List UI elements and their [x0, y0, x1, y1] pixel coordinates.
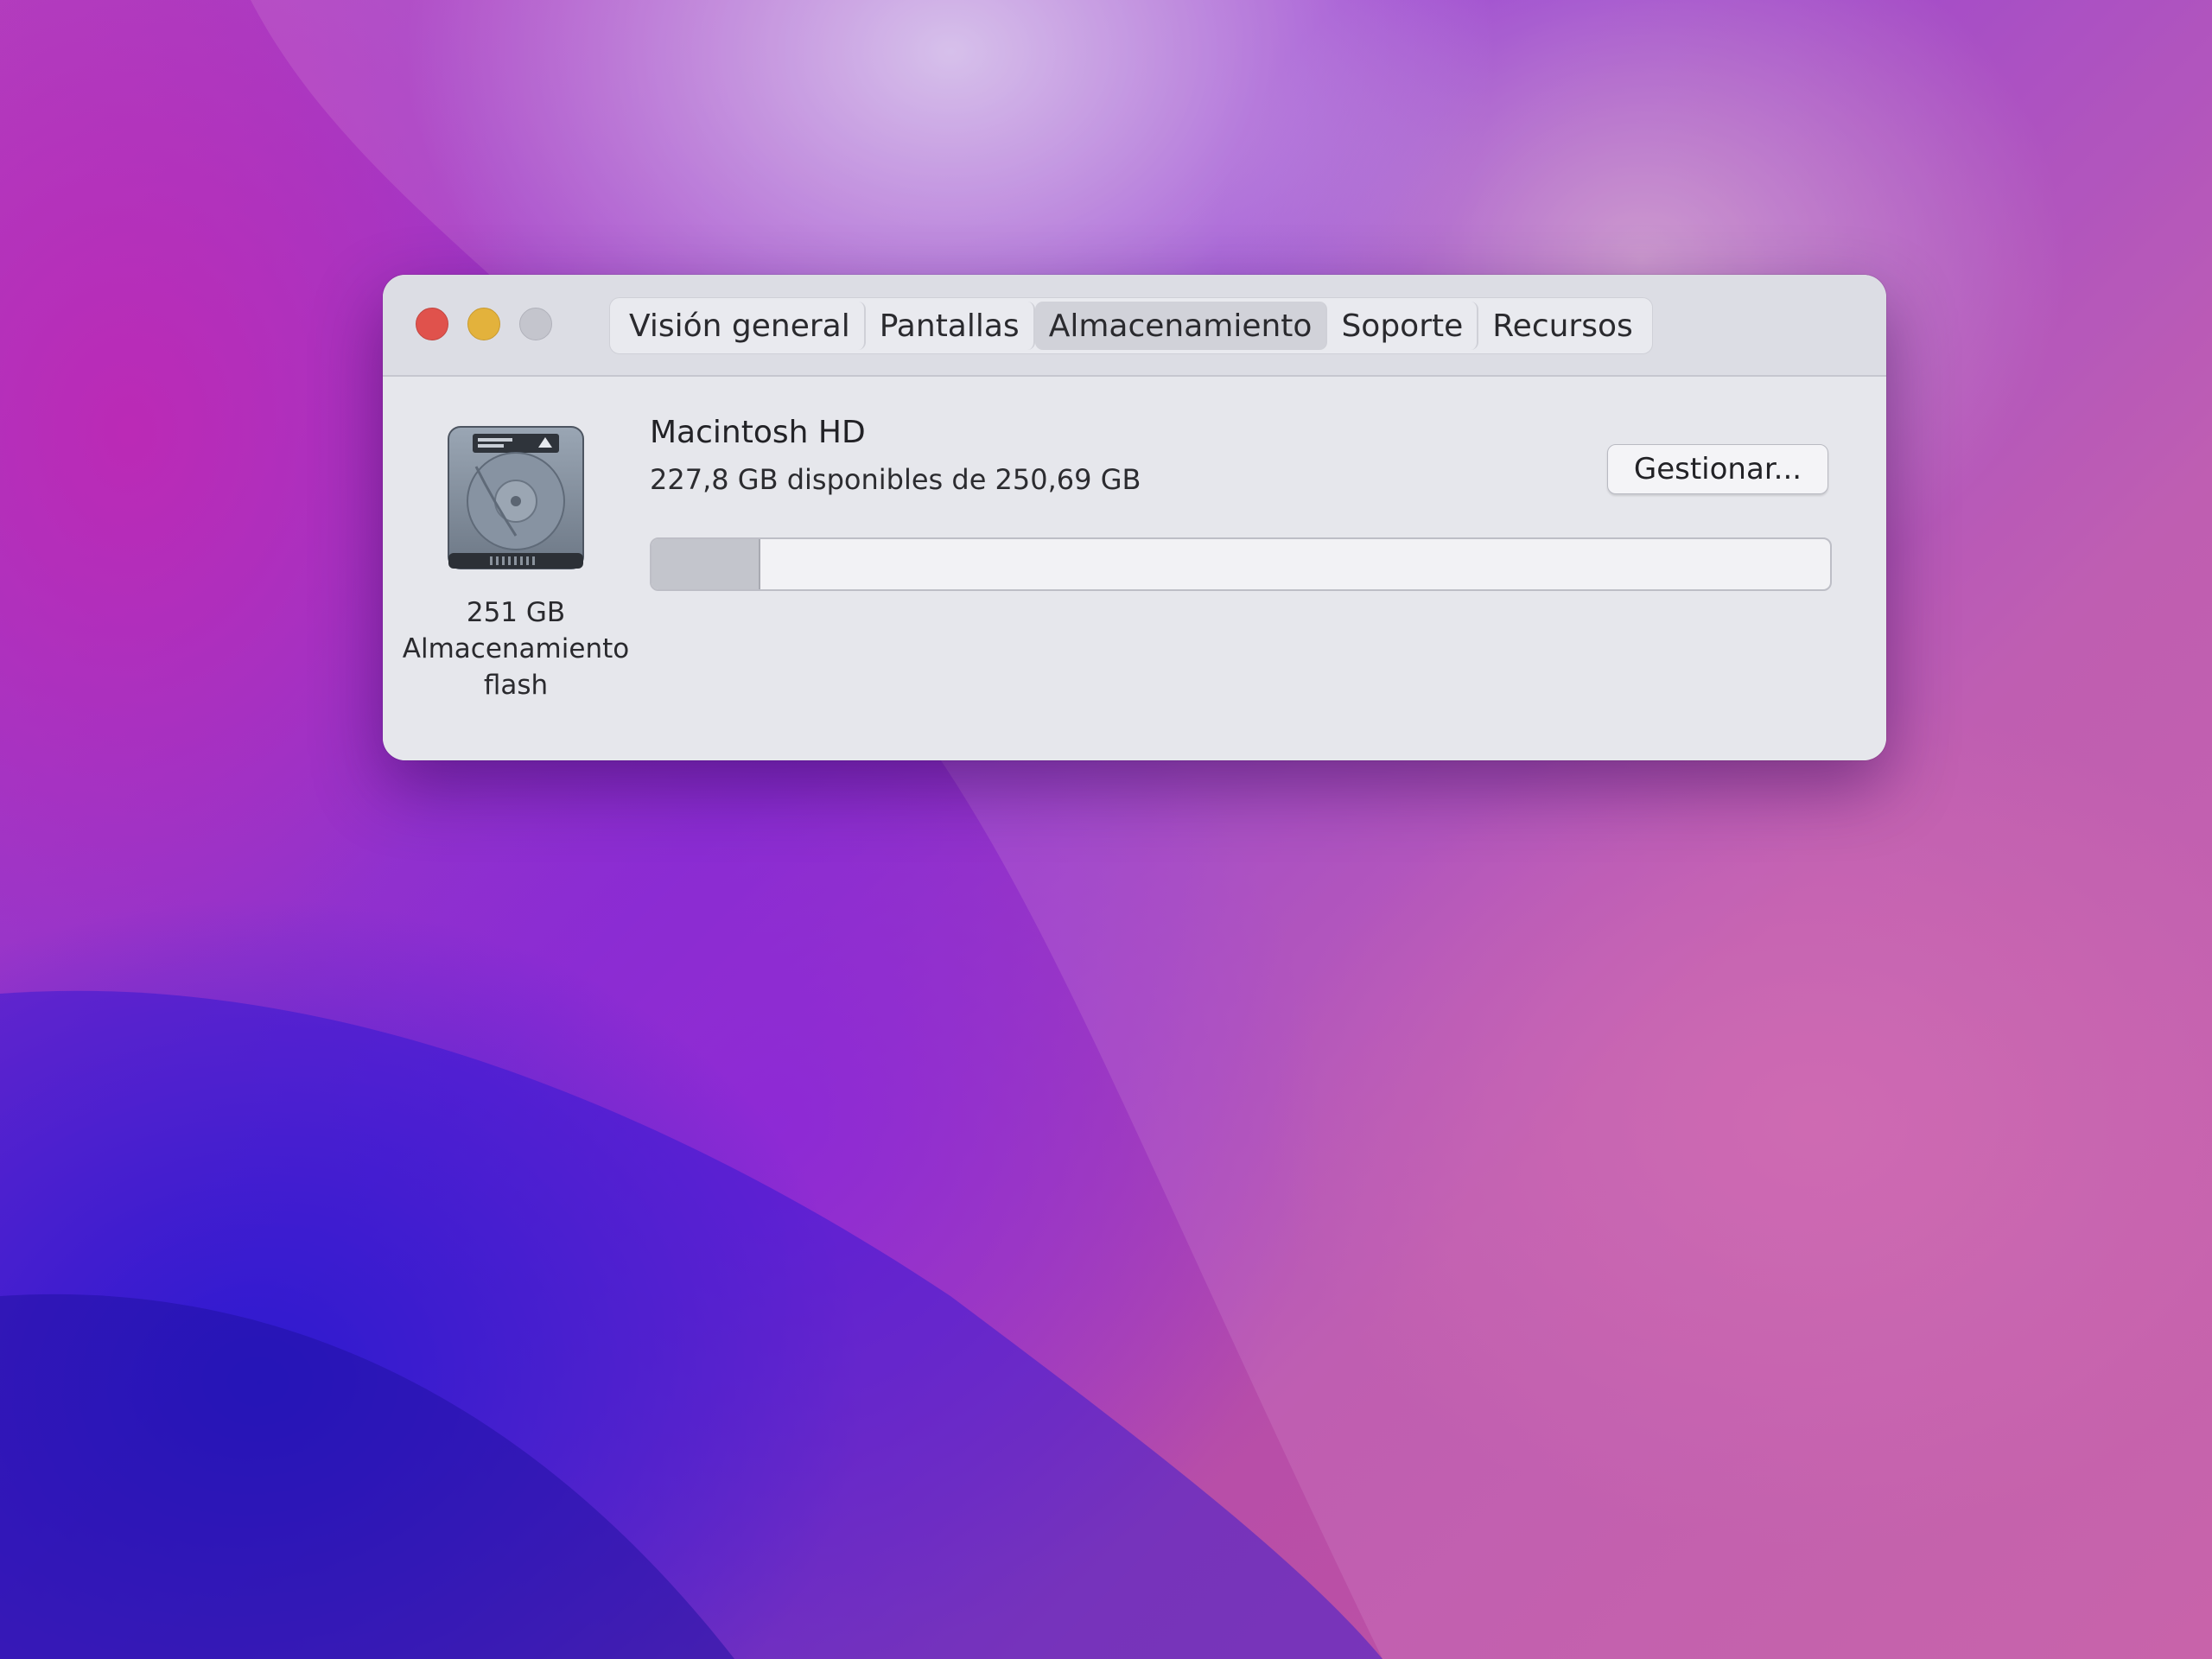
drive-type-line2: flash	[483, 670, 549, 701]
storage-usage-bar	[650, 537, 1832, 591]
tab-pantallas[interactable]: Pantallas	[866, 302, 1035, 350]
storage-used-segment	[652, 539, 761, 589]
tab-bar: Visión general Pantallas Almacenamiento …	[609, 297, 1653, 354]
drive-type-line1: Almacenamiento	[402, 633, 630, 664]
storage-panel: 251 GB Almacenamiento flash Macintosh HD…	[383, 377, 1886, 760]
tab-recursos[interactable]: Recursos	[1478, 302, 1647, 350]
drive-capacity: 251 GB	[466, 597, 566, 628]
desktop-wallpaper	[0, 0, 2212, 1659]
hard-drive-icon	[448, 426, 584, 569]
tab-vision-general[interactable]: Visión general	[615, 302, 866, 350]
tab-soporte[interactable]: Soporte	[1327, 302, 1479, 350]
tab-almacenamiento[interactable]: Almacenamiento	[1034, 302, 1328, 350]
zoom-window-button[interactable]	[519, 308, 552, 340]
volume-space-text: 227,8 GB disponibles de 250,69 GB	[650, 463, 1141, 496]
minimize-window-button[interactable]	[467, 308, 500, 340]
close-window-button[interactable]	[416, 308, 448, 340]
drive-caption: 251 GB Almacenamiento flash	[398, 594, 633, 703]
window-titlebar: Visión general Pantallas Almacenamiento …	[383, 275, 1886, 377]
manage-button[interactable]: Gestionar...	[1607, 444, 1828, 494]
volume-name: Macintosh HD	[650, 415, 866, 450]
about-this-mac-window: Visión general Pantallas Almacenamiento …	[383, 275, 1886, 760]
